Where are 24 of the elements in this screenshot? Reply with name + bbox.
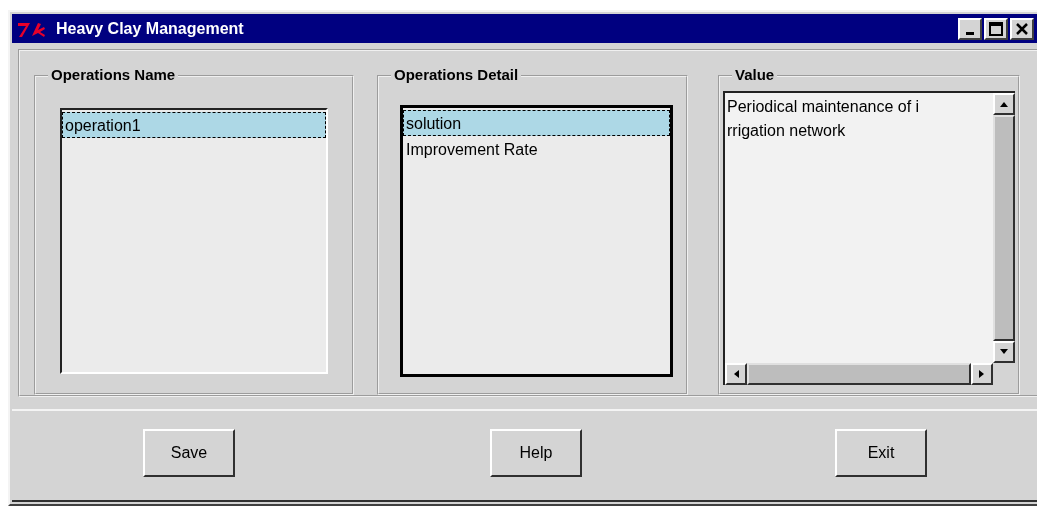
horizontal-scrollbar[interactable] (725, 363, 993, 385)
vertical-scrollbar[interactable] (993, 93, 1015, 363)
text-area[interactable]: Periodical maintenance of i rrigation network (725, 93, 993, 363)
list-item[interactable]: solution (403, 110, 670, 136)
list-item[interactable]: operation1 (62, 112, 326, 138)
down-arrow-icon (999, 349, 1009, 355)
window-title: Heavy Clay Management (56, 19, 245, 38)
close-icon (1015, 21, 1029, 36)
dialog-button[interactable]: Exit (835, 428, 927, 477)
dialog-button[interactable]: Save (143, 428, 235, 477)
group-label: Operations Name (48, 66, 179, 84)
left-arrow-icon (733, 369, 739, 379)
dialog-button[interactable]: Help (490, 428, 582, 477)
close-button[interactable] (1010, 17, 1034, 40)
maximize-icon (989, 21, 1003, 36)
list-box[interactable]: solution Improvement Rate (400, 105, 673, 377)
right-arrow-icon (979, 369, 985, 379)
up-arrow-icon (999, 101, 1009, 107)
group-label: Operations Detail (391, 66, 522, 84)
list-box[interactable]: operation1 (60, 108, 328, 374)
maximize-button[interactable] (984, 17, 1008, 40)
list-item[interactable]: Improvement Rate (403, 136, 670, 162)
minimize-button[interactable] (958, 17, 982, 40)
minimize-icon (966, 32, 974, 35)
